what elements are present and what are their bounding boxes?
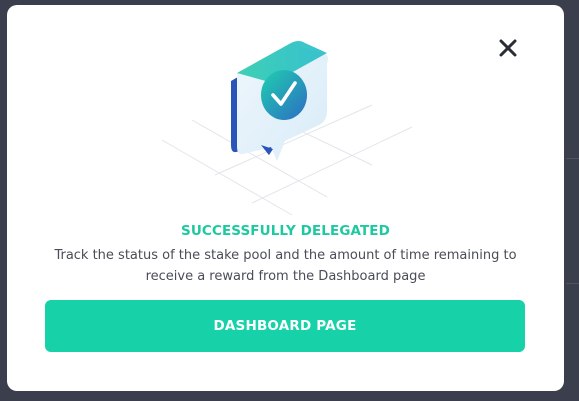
modal-title: SUCCESSFULLY DELEGATED [181,223,390,239]
close-icon [499,39,517,57]
success-modal: SUCCESSFULLY DELEGATED Track the status … [7,5,564,391]
check-badge-icon [161,41,413,216]
success-illustration [157,25,417,230]
backdrop-divider [566,158,579,159]
dashboard-page-button[interactable]: DASHBOARD PAGE [45,300,525,352]
backdrop-divider [566,283,579,284]
close-button[interactable] [495,35,521,61]
modal-description: Track the status of the stake pool and t… [54,248,517,284]
